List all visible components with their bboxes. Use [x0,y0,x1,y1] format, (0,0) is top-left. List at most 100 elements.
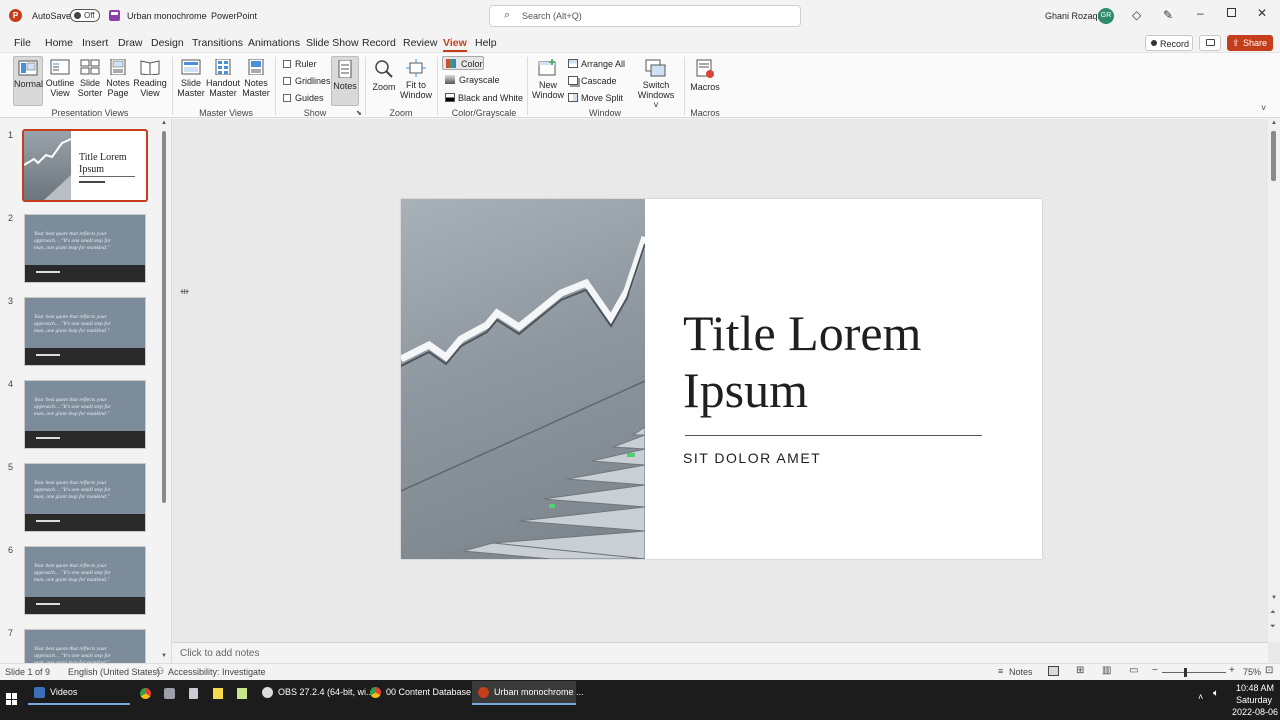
arrange-all-button[interactable]: Arrange All [568,59,625,69]
slide-thumbnail-2[interactable]: Your best quote that reflects your approa… [24,214,146,283]
gridlines-checkbox[interactable]: Gridlines [283,76,331,86]
notes-pane[interactable]: Click to add notes [172,642,1268,663]
thumbnail-scrollbar[interactable]: ▲ ▼ [161,120,167,659]
windows-start-icon[interactable] [6,693,18,705]
close-icon[interactable]: ✕ [1257,6,1267,20]
chrome-icon [370,687,381,698]
slide-thumbnail-6[interactable]: Your best quote that reflects your approa… [24,546,146,615]
tab-transitions[interactable]: Transitions [192,37,243,49]
app-icon-1[interactable] [164,688,175,699]
restore-icon[interactable] [1227,8,1236,17]
guides-checkbox[interactable]: Guides [283,93,324,103]
outline-view-button[interactable]: Outline View [45,59,75,98]
minimize-icon[interactable]: – [1197,6,1204,20]
next-slide-icon[interactable]: ⏷ [1270,623,1276,631]
thumb-subtitle-line [79,181,105,183]
volume-icon[interactable]: 🔈︎ [1213,688,1219,699]
dialog-launcher-icon[interactable]: ⬊ [356,109,362,117]
fit-to-window-button[interactable]: Fit to Window [399,59,433,100]
slide-canvas[interactable]: Title Lorem Ipsum SIT DOLOR AMET [401,199,1042,559]
slide-thumbnail-4[interactable]: Your best quote that reflects your approa… [24,380,146,449]
comments-button[interactable] [1199,35,1221,51]
zoom-button[interactable]: Zoom [369,59,399,92]
slide-thumbnail-5[interactable]: Your best quote that reflects your approa… [24,463,146,532]
move-split-button[interactable]: Move Split [568,93,623,103]
color-button[interactable]: Color [442,56,484,70]
diamond-icon[interactable]: ◇ [1132,8,1141,22]
cascade-button[interactable]: Cascade [568,76,617,86]
handout-master-button[interactable]: Handout Master [206,59,240,98]
black-and-white-button[interactable]: Black and White [445,93,523,103]
prev-slide-icon[interactable]: ⏶ [1270,609,1276,617]
scrollbar-thumb[interactable] [162,131,166,503]
tab-home[interactable]: Home [45,37,73,49]
language-status[interactable]: English (United States) [68,667,160,677]
slide-sorter-button[interactable]: Slide Sorter [76,59,104,98]
slide-photo[interactable] [401,199,645,559]
search-box[interactable]: ⌕ Search (Alt+Q) [489,5,801,27]
show-hidden-icons-icon[interactable]: ˄ [1198,692,1203,702]
slide-sorter-status-icon[interactable]: ⊞ [1076,665,1084,676]
collapse-ribbon-icon[interactable]: ˅ [1261,103,1266,113]
notes-master-button[interactable]: Notes Master [241,59,271,98]
taskbar-item-powerpoint[interactable]: Urban monochrome ... [472,681,584,705]
tab-insert[interactable]: Insert [82,37,108,49]
slide-scrollbar[interactable]: ▲ ▼ ⏶ ⏷ [1268,119,1280,642]
tab-animations[interactable]: Animations [248,37,300,49]
clock-time[interactable]: 10:48 AM [1236,683,1274,693]
tab-design[interactable]: Design [151,37,184,49]
taskbar-item-content-database[interactable]: 00 Content Database ... [364,681,481,705]
taskbar-item-obs[interactable]: OBS 27.2.4 (64-bit, wi... [256,681,374,705]
tab-record[interactable]: Record [362,37,396,49]
user-name[interactable]: Ghani Rozaqi [1045,11,1100,21]
accessibility-icon: ⚇ [156,666,165,676]
zoom-level[interactable]: 75% [1243,667,1261,677]
tab-file[interactable]: File [14,37,31,49]
grayscale-button[interactable]: Grayscale [445,75,500,85]
record-button[interactable]: Record [1145,35,1193,51]
slide-subtitle[interactable]: SIT DOLOR AMET [683,450,821,466]
notes-status-button[interactable]: Notes [1009,667,1033,677]
slide-thumbnail-7[interactable]: Your best quote that reflects your approa… [24,629,146,663]
calculator-icon[interactable] [189,688,198,699]
tab-review[interactable]: Review [403,37,437,49]
tab-draw[interactable]: Draw [118,37,143,49]
reading-view-status-icon[interactable]: ▥ [1102,665,1111,676]
taskbar-item-videos[interactable]: Videos [28,681,130,705]
ruler-checkbox[interactable]: Ruler [283,59,317,69]
zoom-slider-thumb[interactable] [1184,668,1187,677]
new-window-button[interactable]: New Window [532,59,564,100]
tab-help[interactable]: Help [475,37,497,49]
slide-master-button[interactable]: Slide Master [176,59,206,98]
share-button[interactable]: ⇪ Share [1227,35,1273,51]
normal-view-status-icon[interactable] [1048,666,1059,676]
switch-windows-button[interactable]: Switch Windows ˅ [634,59,678,110]
reading-view-button[interactable]: Reading View [133,59,167,98]
zoom-in-icon[interactable]: + [1229,665,1235,676]
tab-view[interactable]: View [443,37,467,52]
slide-title[interactable]: Title Lorem Ipsum [683,305,921,419]
autosave-toggle[interactable]: Off [70,9,100,22]
accessibility-status[interactable]: Accessibility: Investigate [168,667,266,677]
zoom-slider[interactable] [1162,668,1226,677]
scrollbar-thumb[interactable] [1271,131,1276,181]
fit-slide-icon[interactable]: ⊡ [1265,665,1273,676]
slideshow-status-icon[interactable]: ▭ [1129,665,1138,676]
notepad-icon[interactable] [237,688,247,699]
normal-view-button[interactable]: Normal [13,56,43,106]
sticky-notes-icon[interactable] [213,688,223,699]
macros-group-label: Macros [690,108,720,118]
handout-master-label-2: Master [209,88,237,98]
avatar[interactable]: GR [1098,8,1114,24]
zoom-out-icon[interactable]: − [1152,665,1158,676]
slide-thumbnail-3[interactable]: Your best quote that reflects your approa… [24,297,146,366]
notes-toggle-button[interactable]: Notes [331,56,359,106]
tab-slide-show[interactable]: Slide Show [306,37,359,49]
macros-button[interactable]: Macros [688,59,722,92]
chrome-icon[interactable] [140,688,151,699]
pen-icon[interactable]: ✎ [1163,8,1173,22]
save-icon[interactable] [109,10,120,21]
slide-thumbnail-1[interactable]: Title Lorem Ipsum [22,129,148,202]
notes-page-button[interactable]: Notes Page [104,59,132,98]
staircase-graph-image [401,235,645,559]
